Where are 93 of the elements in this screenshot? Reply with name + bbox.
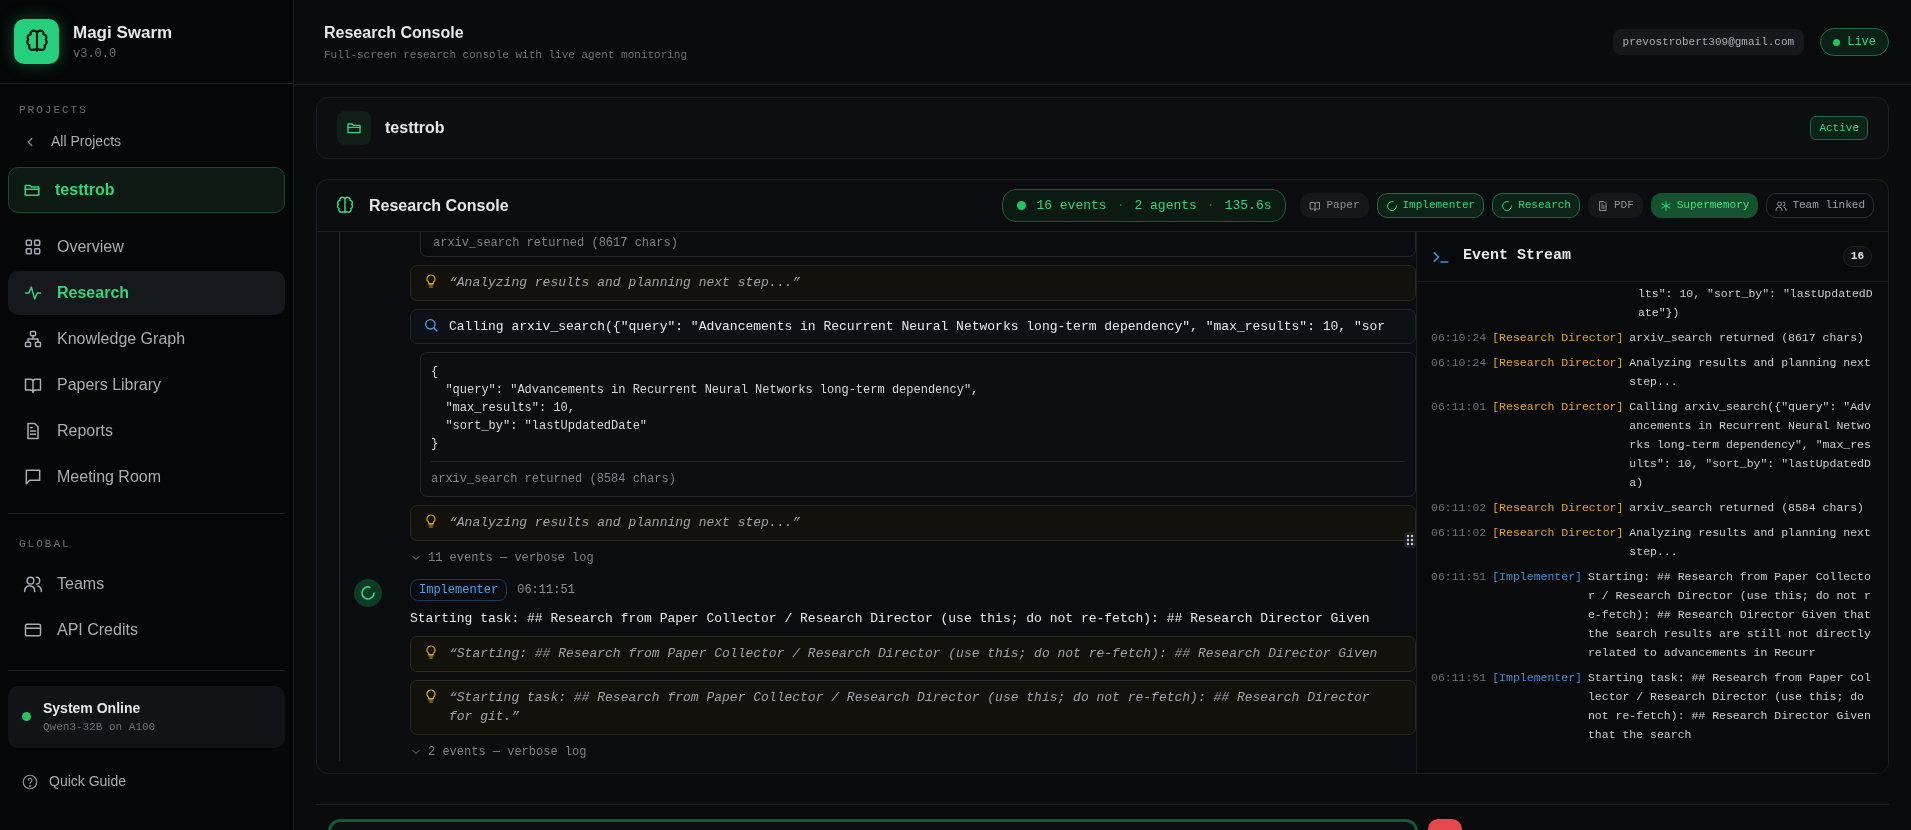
timestamp: 06:10:24 — [1431, 355, 1487, 371]
lightbulb-icon — [423, 513, 439, 529]
thought-text: “Analyzing results and planning next step...” — [449, 514, 801, 532]
event-text: Analyzing results and planning next step... — [1629, 355, 1872, 390]
document-icon — [1596, 199, 1609, 212]
nav-item[interactable]: Overview — [8, 224, 285, 269]
thought-text: “Starting: ## Research from Paper Collector / Research Director (use this; do not re-fetch): ## Research Director Given — [449, 645, 1378, 663]
app-version: v3.0.0 — [73, 46, 118, 64]
timestamp: 06:11:02 — [1431, 525, 1487, 541]
spinner-icon — [1385, 199, 1398, 212]
project-name: testtrob — [385, 118, 445, 138]
lightbulb-icon — [423, 273, 439, 289]
spinner-icon — [1501, 199, 1514, 212]
agent-label: [Research Director] — [1492, 355, 1624, 371]
folder-icon — [346, 120, 362, 136]
account-email: prevostrobert309@gmail.com — [1612, 28, 1805, 56]
nav-item[interactable]: Papers Library — [8, 362, 285, 407]
users-icon — [23, 574, 43, 594]
lightbulb-icon — [423, 644, 439, 660]
nav-item[interactable]: Meeting Room — [8, 454, 285, 499]
live-label: Live — [1847, 34, 1876, 51]
section-label: GLOBAL — [18, 536, 72, 552]
stat-text: 2 agents — [1134, 196, 1197, 215]
timestamp: 06:11:02 — [1431, 500, 1487, 516]
code-text: { "query": "Advancements in Recurrent Neural Networks long-term dependency", "max_results": 10, "sort_by": "lastUpdatedDate" } — [431, 364, 980, 453]
timestamp: 06:11:01 — [1431, 399, 1487, 415]
spinner-icon — [360, 584, 376, 601]
tool-call-text: Calling arxiv_search({"query": "Advancements in Recurrent Neural Networks long-term dependency", "max_results": 10, "sor — [449, 317, 1386, 336]
agent-message: Starting task: ## Research from Paper Collector / Research Director (use this; do not re-fetch): ## Research Director Given — [410, 609, 1371, 628]
help-icon — [21, 772, 39, 791]
event-text: arxiv_search returned (8584 chars) — [1629, 500, 1865, 516]
book-icon — [1309, 199, 1322, 212]
app-logo — [14, 19, 59, 64]
event-text: Starting task: ## Research from Paper Collector / Research Director (use this; do not re-fetch): ## Research Director Given that the search — [1587, 670, 1872, 743]
users-icon — [1775, 199, 1788, 212]
event-text: arxiv_search returned (8617 chars) — [1629, 330, 1865, 346]
stat-text: 135.6s — [1224, 196, 1272, 215]
panel-title: Event Stream — [1463, 246, 1572, 267]
status-chip: PDF — [1587, 193, 1643, 218]
status-chip: Paper — [1300, 193, 1369, 218]
hierarchy-icon — [23, 328, 43, 349]
timestamp: 06:11:51 — [1431, 569, 1487, 585]
status-chip: Implementer — [1376, 193, 1485, 218]
status-title: System Online — [43, 699, 142, 718]
separator-dot: · — [1206, 196, 1215, 215]
status-chip: Supermemory — [1650, 193, 1759, 218]
card-icon — [23, 620, 43, 640]
agent-label: [Research Director] — [1492, 399, 1624, 415]
agent-label: [Research Director] — [1492, 525, 1624, 541]
tool-result-text: arxiv_search returned (8584 chars) — [431, 461, 1405, 488]
timestamp: 06:10:24 — [1431, 330, 1487, 346]
activity-dot — [1017, 201, 1027, 210]
page-title: Research Console — [324, 22, 465, 43]
thought-text: “Analyzing results and planning next step...” — [449, 274, 801, 292]
page-subtitle: Full-screen research console with live agent monitoring — [324, 47, 688, 63]
lightbulb-icon — [423, 687, 439, 704]
verbose-log-toggle[interactable]: 2 events — verbose log — [410, 742, 1416, 761]
status-badge: Active — [1810, 115, 1868, 141]
asterisk-icon — [1659, 199, 1672, 212]
separator-dot: · — [1116, 196, 1125, 215]
project-item[interactable]: testtrob — [8, 166, 285, 213]
console-title: Research Console — [369, 195, 509, 216]
status-detail: Qwen3-32B on A100 — [43, 720, 156, 735]
quick-guide-link[interactable]: Quick Guide — [8, 763, 285, 800]
nav-item[interactable]: Research — [8, 270, 285, 315]
event-text: Calling arxiv_search({"query": "Advancements in Recurrent Neural Networks long-term dependency", "max_results": 10, "sort_by": "lastUpdatedDa) — [1629, 399, 1872, 491]
back-link[interactable]: All Projects — [8, 122, 285, 161]
timestamp: 06:11:51 — [1431, 670, 1487, 686]
event-count: 16 — [1842, 246, 1872, 267]
nav-item[interactable]: Reports — [8, 408, 285, 453]
agent-label: [Implementer] — [1492, 670, 1582, 686]
tool-result-text: arxiv_search returned (8617 chars) — [420, 232, 1416, 257]
event-text: lts": 10, "sort_by": "lastUpdatedDate"}) — [1638, 286, 1874, 321]
section-label: PROJECTS — [18, 103, 89, 118]
agent-label: [Research Director] — [1492, 330, 1624, 346]
event-text: Starting: ## Research from Paper Collector / Research Director (use this; do not re-fetch): ## Research Director Given that the search results are still not directly related to advancements in Recurr — [1587, 569, 1872, 661]
thought-text: “Starting task: ## Research from Paper Collector / Research Director (use this; do not re-fetch): ## Research Director for git.” — [449, 688, 1370, 726]
event-text: Analyzing results and planning next step... — [1629, 525, 1872, 560]
status-chip: Team linked — [1766, 193, 1874, 218]
agent-label: [Implementer] — [1492, 569, 1582, 585]
agent-badge: Implementer — [410, 578, 508, 601]
timestamp: 06:11:51 — [517, 581, 575, 599]
status-chip: Research — [1492, 193, 1580, 218]
search-icon — [423, 316, 439, 333]
drag-handle-icon[interactable] — [1404, 532, 1416, 548]
nav-item[interactable]: Knowledge Graph — [8, 316, 285, 361]
nav-item[interactable]: Teams — [8, 562, 285, 606]
agent-label: [Research Director] — [1492, 500, 1624, 516]
verbose-log-toggle[interactable]: 11 events — verbose log — [410, 548, 1416, 567]
nav-item[interactable]: API Credits — [8, 608, 285, 652]
app-name: Magi Swarm — [73, 21, 173, 44]
stat-text: 16 events — [1036, 196, 1107, 215]
brain-icon — [335, 195, 355, 216]
